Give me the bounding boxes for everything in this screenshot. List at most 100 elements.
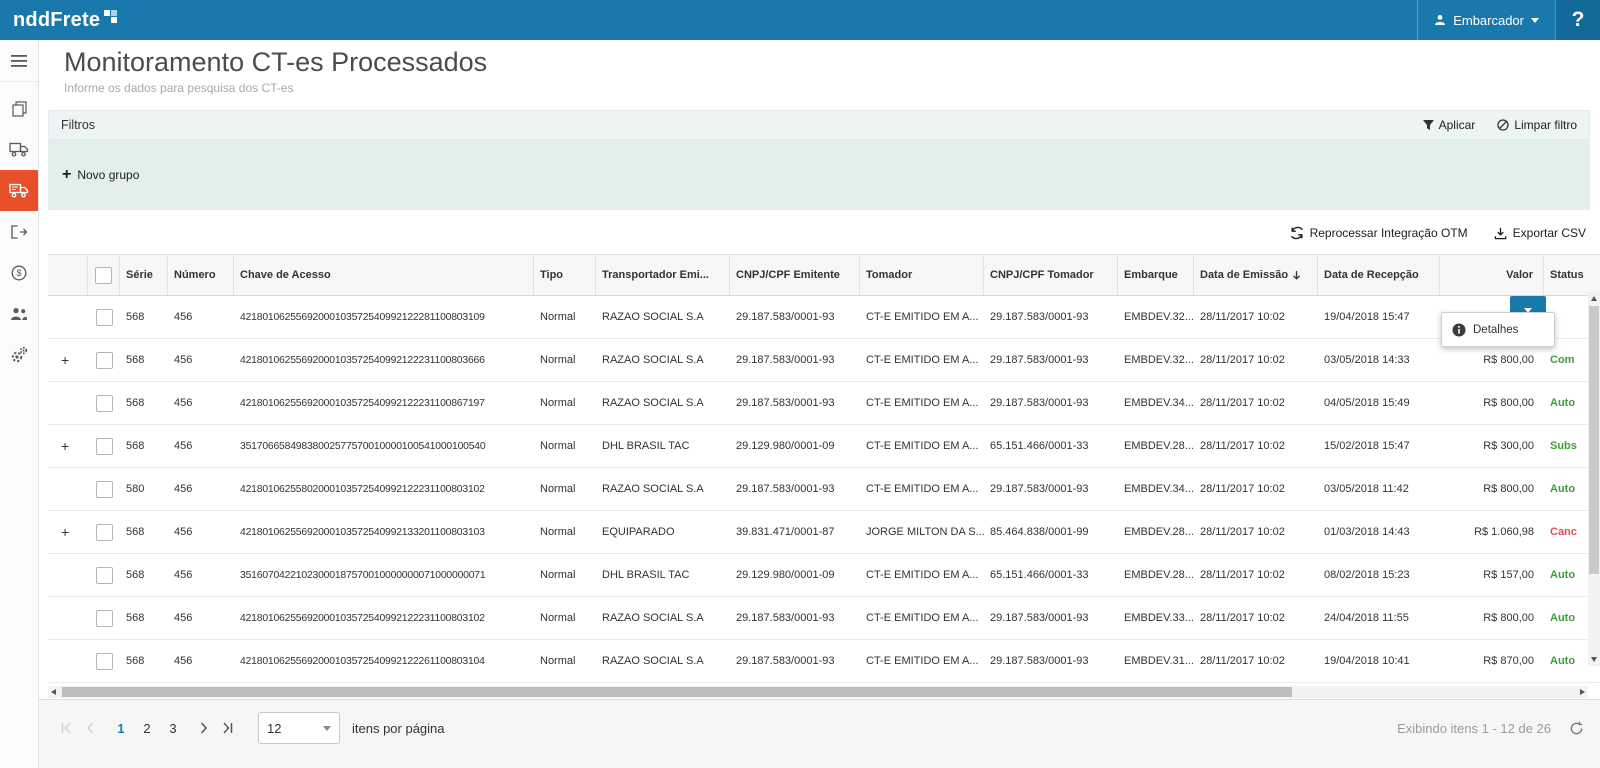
user-menu[interactable]: Embarcador: [1417, 0, 1555, 40]
select-all-checkbox[interactable]: [95, 267, 112, 284]
cell-cnpj-emitente: 29.187.583/0001-93: [730, 597, 860, 639]
col-tomador[interactable]: Tomador: [860, 255, 984, 295]
row-checkbox[interactable]: [96, 653, 113, 670]
sidebar-item-menu[interactable]: [0, 40, 38, 82]
pager-page-button[interactable]: 2: [134, 715, 160, 741]
scroll-right-icon[interactable]: [1580, 689, 1585, 695]
row-checkbox[interactable]: [96, 610, 113, 627]
col-embarque[interactable]: Embarque: [1118, 255, 1194, 295]
help-button[interactable]: ?: [1555, 0, 1600, 40]
table-row[interactable]: 568 456 42180106255692000103572540992122…: [48, 382, 1600, 425]
row-expand-toggle[interactable]: [48, 382, 88, 424]
sidebar-item-cte-monitoring[interactable]: [0, 170, 38, 211]
row-checkbox-cell: [88, 296, 120, 338]
sidebar-item-users[interactable]: [0, 293, 38, 334]
cell-numero: 456: [168, 597, 234, 639]
cell-tomador: CT-E EMITIDO EM A...: [860, 425, 984, 467]
row-checkbox[interactable]: [96, 395, 113, 412]
cell-data-recepcao: 08/02/2018 15:23: [1318, 554, 1440, 596]
row-expand-toggle[interactable]: [48, 597, 88, 639]
row-expand-toggle[interactable]: +: [48, 425, 88, 467]
row-checkbox[interactable]: [96, 309, 113, 326]
cell-chave-de-acesso: 4218010625569200010357254099212223110086…: [234, 382, 534, 424]
scroll-up-icon[interactable]: [1591, 296, 1597, 301]
row-checkbox[interactable]: [96, 524, 113, 541]
filters-bar[interactable]: Filtros Aplicar Limpar filtro: [48, 110, 1590, 140]
col-tipo[interactable]: Tipo: [534, 255, 596, 295]
pager-page-button[interactable]: 3: [160, 715, 186, 741]
col-transportador[interactable]: Transportador Emi...: [596, 255, 730, 295]
table-row[interactable]: 568 456 35160704221023000187570010000000…: [48, 554, 1600, 597]
sidebar-item-billing[interactable]: $: [0, 252, 38, 293]
col-data-recepcao[interactable]: Data de Recepção: [1318, 255, 1440, 295]
table-row[interactable]: 568 456 42180106255692000103572540992122…: [48, 597, 1600, 640]
table-row[interactable]: 580 456 42180106255802000103572540992122…: [48, 468, 1600, 511]
horizontal-scroll-thumb[interactable]: [62, 687, 1292, 697]
cell-serie: 580: [120, 468, 168, 510]
cell-cnpj-tomador: 29.187.583/0001-93: [984, 640, 1118, 682]
app-logo[interactable]: nddFrete: [0, 0, 119, 40]
table-row[interactable]: + 568 456 421801062556920001035725409921…: [48, 511, 1600, 554]
new-group-label: Novo grupo: [77, 168, 139, 182]
row-checkbox[interactable]: [96, 352, 113, 369]
col-cnpj-emitente[interactable]: CNPJ/CPF Emitente: [730, 255, 860, 295]
export-csv-button[interactable]: Exportar CSV: [1494, 226, 1586, 240]
sidebar-item-fleet[interactable]: [0, 129, 38, 170]
scroll-down-icon[interactable]: [1591, 657, 1597, 662]
table-row[interactable]: + 568 456 421801062556920001035725409921…: [48, 339, 1600, 382]
horizontal-scrollbar[interactable]: [48, 686, 1588, 698]
pager-first-button[interactable]: [54, 716, 78, 740]
cell-cnpj-emitente: 29.187.583/0001-93: [730, 640, 860, 682]
reprocess-otm-button[interactable]: Reprocessar Integração OTM: [1290, 226, 1468, 240]
col-valor[interactable]: Valor: [1440, 255, 1544, 295]
row-checkbox[interactable]: [96, 567, 113, 584]
cell-serie: 568: [120, 511, 168, 553]
row-expand-toggle[interactable]: [48, 468, 88, 510]
new-group-button[interactable]: + Novo grupo: [62, 168, 139, 182]
pager-last-button[interactable]: [216, 716, 240, 740]
row-checkbox[interactable]: [96, 481, 113, 498]
sidebar-item-settings[interactable]: [0, 334, 38, 375]
menu-item-detalhes[interactable]: Detalhes: [1473, 324, 1518, 336]
col-status[interactable]: Status: [1544, 255, 1600, 295]
sidebar-item-documents[interactable]: [0, 88, 38, 129]
row-checkbox-cell: [88, 640, 120, 682]
caret-down-icon: [1531, 18, 1539, 23]
col-data-emissao[interactable]: Data de Emissão: [1194, 255, 1318, 295]
cell-cnpj-emitente: 29.129.980/0001-09: [730, 554, 860, 596]
page-size-select[interactable]: 12: [258, 712, 340, 744]
table-row[interactable]: 568 456 42180106255692000103572540992122…: [48, 296, 1600, 339]
row-expand-toggle[interactable]: +: [48, 339, 88, 381]
cell-transportador: RAZAO SOCIAL S.A: [596, 597, 730, 639]
col-chave-de-acesso[interactable]: Chave de Acesso: [234, 255, 534, 295]
row-expand-toggle[interactable]: [48, 640, 88, 682]
vertical-scrollbar[interactable]: [1588, 292, 1600, 666]
col-serie[interactable]: Série: [120, 255, 168, 295]
table-row[interactable]: + 568 456 351706658498380025775700100001…: [48, 425, 1600, 468]
row-checkbox[interactable]: [96, 438, 113, 455]
col-numero[interactable]: Número: [168, 255, 234, 295]
row-expand-toggle[interactable]: [48, 296, 88, 338]
clear-filter-icon: [1497, 119, 1509, 131]
scroll-left-icon[interactable]: [51, 689, 56, 695]
pager-next-button[interactable]: [192, 716, 216, 740]
vertical-scroll-thumb[interactable]: [1589, 306, 1599, 574]
cell-chave-de-acesso: 4218010625569200010357254099212226110080…: [234, 640, 534, 682]
cell-tomador: CT-E EMITIDO EM A...: [860, 640, 984, 682]
table-row[interactable]: 568 456 42180106255692000103572540992122…: [48, 640, 1600, 683]
cell-embarque: EMBDEV.34...: [1118, 382, 1194, 424]
clear-filter-button[interactable]: Limpar filtro: [1497, 118, 1577, 132]
sidebar-item-export[interactable]: [0, 211, 38, 252]
cell-data-recepcao: 19/04/2018 15:47: [1318, 296, 1440, 338]
row-expand-toggle[interactable]: [48, 554, 88, 596]
row-expand-toggle[interactable]: +: [48, 511, 88, 553]
cell-transportador: RAZAO SOCIAL S.A: [596, 296, 730, 338]
apply-filter-button[interactable]: Aplicar: [1423, 118, 1476, 132]
cell-cnpj-tomador: 29.187.583/0001-93: [984, 468, 1118, 510]
reload-icon[interactable]: [1569, 721, 1584, 736]
col-cnpj-tomador[interactable]: CNPJ/CPF Tomador: [984, 255, 1118, 295]
cell-valor: R$ 800,00: [1440, 468, 1544, 510]
top-bar: nddFrete Embarcador ?: [0, 0, 1600, 40]
pager-page-button[interactable]: 1: [108, 715, 134, 741]
pager-prev-button[interactable]: [78, 716, 102, 740]
